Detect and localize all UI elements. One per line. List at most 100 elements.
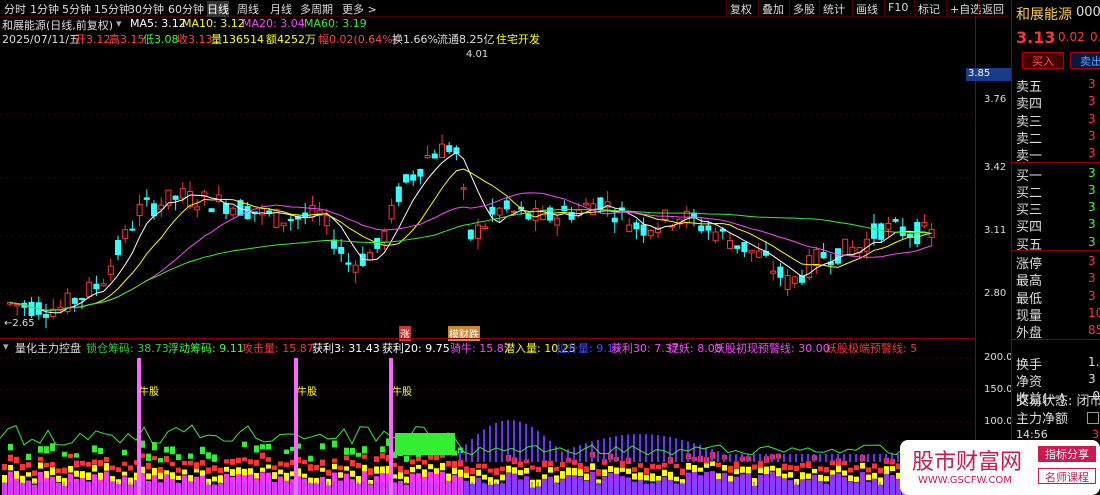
candle-body[interactable] [417,168,424,177]
candle-body[interactable] [331,239,337,249]
period-tab[interactable]: 周线 [237,1,259,17]
candle-body[interactable] [583,202,589,206]
candle-body[interactable] [115,240,121,256]
candle-body[interactable] [554,217,561,226]
candle-body[interactable] [280,222,287,227]
candle-body[interactable] [71,298,78,304]
candle-body[interactable] [266,210,273,214]
candle-body[interactable] [885,222,892,230]
toolbar-action-button[interactable]: 画线 [856,1,878,17]
period-tab[interactable]: 多周期 [300,1,333,17]
candle-body[interactable] [43,314,49,318]
candle-body[interactable] [813,249,820,267]
period-tab[interactable]: 日线 [207,1,229,17]
candle-body[interactable] [208,208,215,213]
period-tab[interactable]: 更多 > [342,1,377,17]
period-tab[interactable]: 15分钟 [94,1,130,17]
candle-body[interactable] [561,205,568,212]
candlestick-chart[interactable] [0,46,975,336]
candle-body[interactable] [734,245,741,249]
toolbar-action-button[interactable]: 复权 [730,1,752,17]
candle-body[interactable] [741,242,748,253]
candle-body[interactable] [100,283,107,287]
toolbar-action-button[interactable]: +自选 [950,1,981,17]
candle-body[interactable] [28,301,35,316]
candle-body[interactable] [287,218,294,222]
candle-body[interactable] [662,209,669,220]
candle-body[interactable] [446,145,453,152]
candle-body[interactable] [230,207,237,216]
candle-body[interactable] [791,276,798,284]
candle-body[interactable] [777,266,784,278]
candle-body[interactable] [921,221,928,227]
candle-body[interactable] [187,191,193,207]
candle-body[interactable] [496,207,503,216]
period-tab[interactable]: 月线 [270,1,292,17]
candle-body[interactable] [640,224,647,236]
candle-body[interactable] [633,222,640,230]
candle-body[interactable] [467,229,474,240]
candle-body[interactable] [122,229,129,240]
candle-body[interactable] [892,219,899,222]
candle-body[interactable] [820,252,827,259]
period-tab[interactable]: 5分钟 [62,1,91,17]
candle-body[interactable] [352,264,359,273]
candle-body[interactable] [770,270,777,274]
candle-body[interactable] [79,298,85,301]
candle-body[interactable] [151,203,157,217]
chevron-down-icon[interactable]: ▾ [116,17,122,30]
candle-body[interactable] [698,225,705,232]
candle-body[interactable] [727,240,733,249]
candle-body[interactable] [388,204,395,220]
candle-body[interactable] [532,208,539,222]
candle-body[interactable] [871,223,877,239]
candle-body[interactable] [86,281,93,298]
indicator-chart[interactable] [0,350,975,495]
candle-body[interactable] [878,223,885,240]
toolbar-action-button[interactable]: 标记 [918,1,940,17]
candle-body[interactable] [410,174,417,181]
toolbar-action-button[interactable]: 返回 [982,1,1004,17]
candle-body[interactable] [129,228,136,231]
toolbar-action-button[interactable]: 多股 [793,1,815,17]
candle-body[interactable] [14,303,21,307]
toolbar-action-button[interactable]: F10 [888,1,908,14]
candle-body[interactable] [179,188,186,199]
candle-body[interactable] [748,250,755,254]
candle-body[interactable] [93,283,100,290]
grid-icon[interactable] [1087,412,1099,424]
candle-body[interactable] [403,174,409,183]
toolbar-action-button[interactable]: 叠加 [762,1,784,17]
candle-body[interactable] [712,231,719,242]
candle-body[interactable] [439,143,445,159]
candle-body[interactable] [259,207,265,216]
candle-body[interactable] [223,203,229,215]
candle-body[interactable] [482,226,489,229]
candle-body[interactable] [143,197,150,200]
period-tab[interactable]: 60分钟 [168,1,204,17]
sector-value[interactable]: 住宅开发 [496,31,540,47]
candle-body[interactable] [367,252,373,261]
candle-body[interactable] [863,238,870,252]
candle-body[interactable] [194,206,201,211]
candle-body[interactable] [503,200,510,210]
candle-body[interactable] [647,230,654,237]
candle-body[interactable] [381,230,388,243]
period-tab[interactable]: 30分钟 [128,1,164,17]
candle-body[interactable] [784,274,791,290]
candle-body[interactable] [338,246,345,254]
candle-body[interactable] [705,225,712,231]
sell-button[interactable]: 卖出 [1070,52,1100,69]
candle-body[interactable] [172,195,179,200]
candle-body[interactable] [107,265,114,275]
buy-button[interactable]: 买入 [1022,52,1064,69]
candle-body[interactable] [424,154,431,159]
candle-body[interactable] [136,203,143,217]
candle-body[interactable] [842,238,849,256]
candle-body[interactable] [511,210,517,213]
candle-body[interactable] [626,224,633,233]
candle-body[interactable] [489,206,496,215]
period-tab[interactable]: 分时 [4,1,26,17]
candle-body[interactable] [323,215,330,227]
candle-body[interactable] [835,248,841,264]
